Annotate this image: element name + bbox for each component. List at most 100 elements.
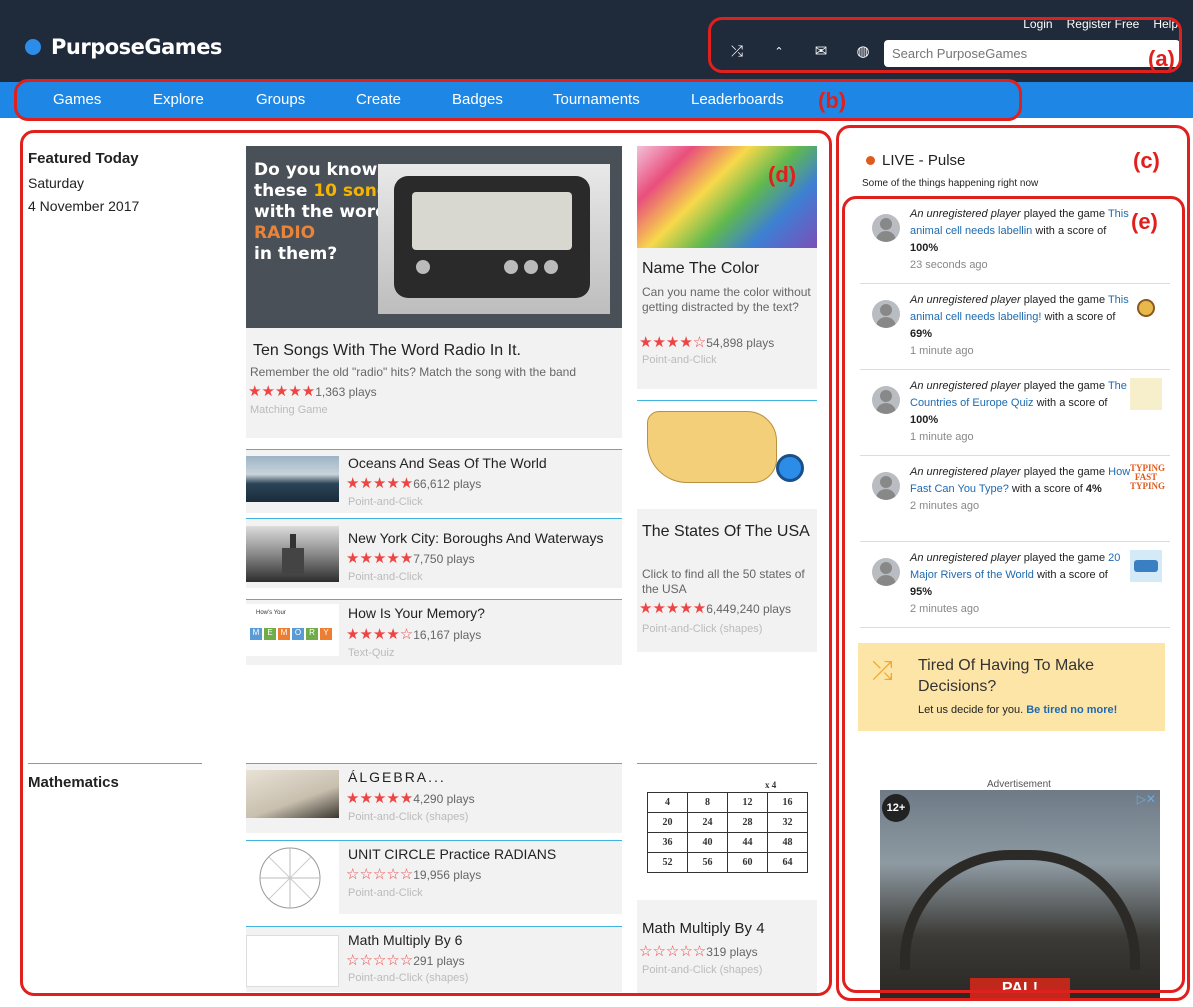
nav-item-tournaments[interactable]: Tournaments [553,91,640,108]
pulse-title: LIVE - Pulse [882,152,966,169]
pulse-score: 69% [910,328,933,340]
promo-link[interactable]: Be tired no more! [1026,704,1117,716]
game-rating: ★★★★☆54,898 plays [639,333,774,352]
nav-item-leaderboards[interactable]: Leaderboards [691,91,784,108]
game-desc: Click to find all the 50 states of the U… [642,567,805,596]
help-link[interactable]: Help [1153,17,1178,31]
usa-shape [647,411,777,483]
ad-label: Advertisement [987,779,1051,790]
avatar [872,214,900,242]
game-title[interactable]: UNIT CIRCLE Practice RADIANS [348,846,556,862]
login-link[interactable]: Login [1023,17,1052,31]
game-type: Text-Quiz [348,647,395,659]
rating-stars: ★★★★★ [639,600,707,617]
world-rivers-thumbnail-icon[interactable] [1130,550,1162,582]
game-list-item[interactable]: Math Multiply By 6 ☆☆☆☆☆291 plays Point-… [246,926,622,992]
game-rating: ☆☆☆☆☆319 plays [639,942,758,961]
ad-close-icon[interactable]: ▷✕ [1137,792,1156,806]
europe-map-thumbnail-icon[interactable] [1130,378,1162,410]
annotation-label-b: (b) [818,88,847,113]
memory-thumb-caption: How's Your [256,610,286,616]
play-count: 7,750 plays [413,552,475,566]
rating-stars: ☆☆☆☆☆ [346,866,414,883]
pulse-verb: played the game [1020,208,1108,220]
register-link[interactable]: Register Free [1067,17,1140,31]
multiply-4-grid-image: x 4 4 8 12 16 20 24 28 32 36 40 44 48 52 56 60 64 [637,764,817,900]
game-list-item[interactable]: ÁLGEBRA... ★★★★★4,290 plays Point-and-Cl… [246,763,622,833]
algebra-thumbnail [246,770,339,818]
featured-game-title[interactable]: Ten Songs With The Word Radio In It. [253,342,521,360]
pulse-score: 95% [910,586,933,598]
game-title[interactable]: Name The Color [642,260,759,278]
avatar [872,558,900,586]
pulse-verb: played the game [1020,294,1108,306]
rating-stars: ★★★★★ [248,383,316,400]
rating-stars: ☆☆☆☆☆ [346,952,414,969]
grid-cell: 44 [727,832,768,853]
play-count: 16,167 plays [413,628,482,642]
side-game-card[interactable]: x 4 4 8 12 16 20 24 28 32 36 40 44 48 52 56 60 64 Ma… [637,763,817,993]
game-rating: ★★★★☆16,167 plays [346,625,481,644]
nav-item-explore[interactable]: Explore [153,91,204,108]
featured-game-card[interactable]: Do you know these 10 songs with the word… [246,146,622,438]
nav-item-games[interactable]: Games [53,91,101,108]
play-count: 19,956 plays [413,868,482,882]
shuffle-icon[interactable]: ⤮ [728,43,746,60]
game-list-item[interactable]: New York City: Boroughs And Waterways ★★… [246,518,622,588]
game-title[interactable]: How Is Your Memory? [348,605,485,621]
rating-stars: ★★★★☆ [346,626,414,643]
game-title[interactable]: ÁLGEBRA... [348,769,446,785]
nav-item-groups[interactable]: Groups [256,91,305,108]
nav-item-badges[interactable]: Badges [452,91,503,108]
pulse-score: 100% [910,414,939,426]
pulse-time: 23 seconds ago [910,259,988,271]
header-icons: ⤮ ⌃ ✉ ◍ [728,42,872,61]
advertisement[interactable]: 12+ ▷✕ PAL! [880,790,1160,1000]
game-type: Point-and-Click (shapes) [348,972,469,984]
mail-icon[interactable]: ✉ [812,42,830,60]
pulse-text: An unregistered player played the game T… [910,292,1132,360]
ad-banner-button[interactable]: PAL! [970,978,1070,1000]
site-logo[interactable]: PurposeGames [25,35,222,59]
typing-thumbnail-icon[interactable]: TYPING FAST TYPING [1130,464,1165,496]
search-input[interactable] [884,40,1180,67]
letter-tile: O [292,628,304,640]
pulse-heading: LIVE - Pulse [866,152,965,169]
nyc-thumbnail [246,526,339,582]
play-count: 4,290 plays [413,792,475,806]
annotation-label-a: (a) [1148,46,1175,71]
letter-tile: Y [320,628,332,640]
globe-icon[interactable]: ◍ [854,42,872,60]
game-list-item[interactable]: Oceans And Seas Of The World ★★★★★66,612… [246,449,622,513]
logo-text: PurposeGames [51,35,222,59]
avatar [872,472,900,500]
grid-cell: 20 [647,812,688,833]
game-title[interactable]: Oceans And Seas Of The World [348,455,547,471]
pulse-score-label: with a score of [1041,311,1116,323]
game-title[interactable]: The States Of The USA [642,521,812,542]
featured-date: 4 November 2017 [28,198,140,214]
game-title[interactable]: New York City: Boroughs And Waterways [348,530,604,546]
pulse-verb: played the game [1020,466,1109,478]
game-title[interactable]: Math Multiply By 6 [348,932,462,948]
logo-dot-icon [25,39,41,55]
random-game-promo[interactable]: ⤮ Tired Of Having To Make Decisions? Let… [858,643,1165,731]
rating-stars: ★★★★★ [346,790,414,807]
rating-stars: ★★★★★ [346,475,414,492]
game-list-item[interactable]: How's Your M E M O R Y How Is Your Memor… [246,599,622,665]
grid-cell: 48 [767,832,808,853]
grid-header: x 4 [765,780,777,790]
game-title[interactable]: Math Multiply By 4 [642,920,765,937]
nav-item-create[interactable]: Create [356,91,401,108]
cell-thumbnail-icon[interactable] [1130,292,1162,324]
unit-circle-thumbnail [246,841,339,915]
grid-cell: 24 [687,812,728,833]
side-game-card[interactable]: The States Of The USA Click to find all … [637,400,817,652]
letter-tile: R [306,628,318,640]
game-type: Point-and-Click [348,496,423,508]
pulse-time: 1 minute ago [910,345,974,357]
chevron-up-icon[interactable]: ⌃ [770,45,788,58]
poster-line-2a: these [254,181,314,201]
game-list-item[interactable]: UNIT CIRCLE Practice RADIANS ☆☆☆☆☆19,956… [246,840,622,915]
game-type: Point-and-Click (shapes) [642,623,763,635]
